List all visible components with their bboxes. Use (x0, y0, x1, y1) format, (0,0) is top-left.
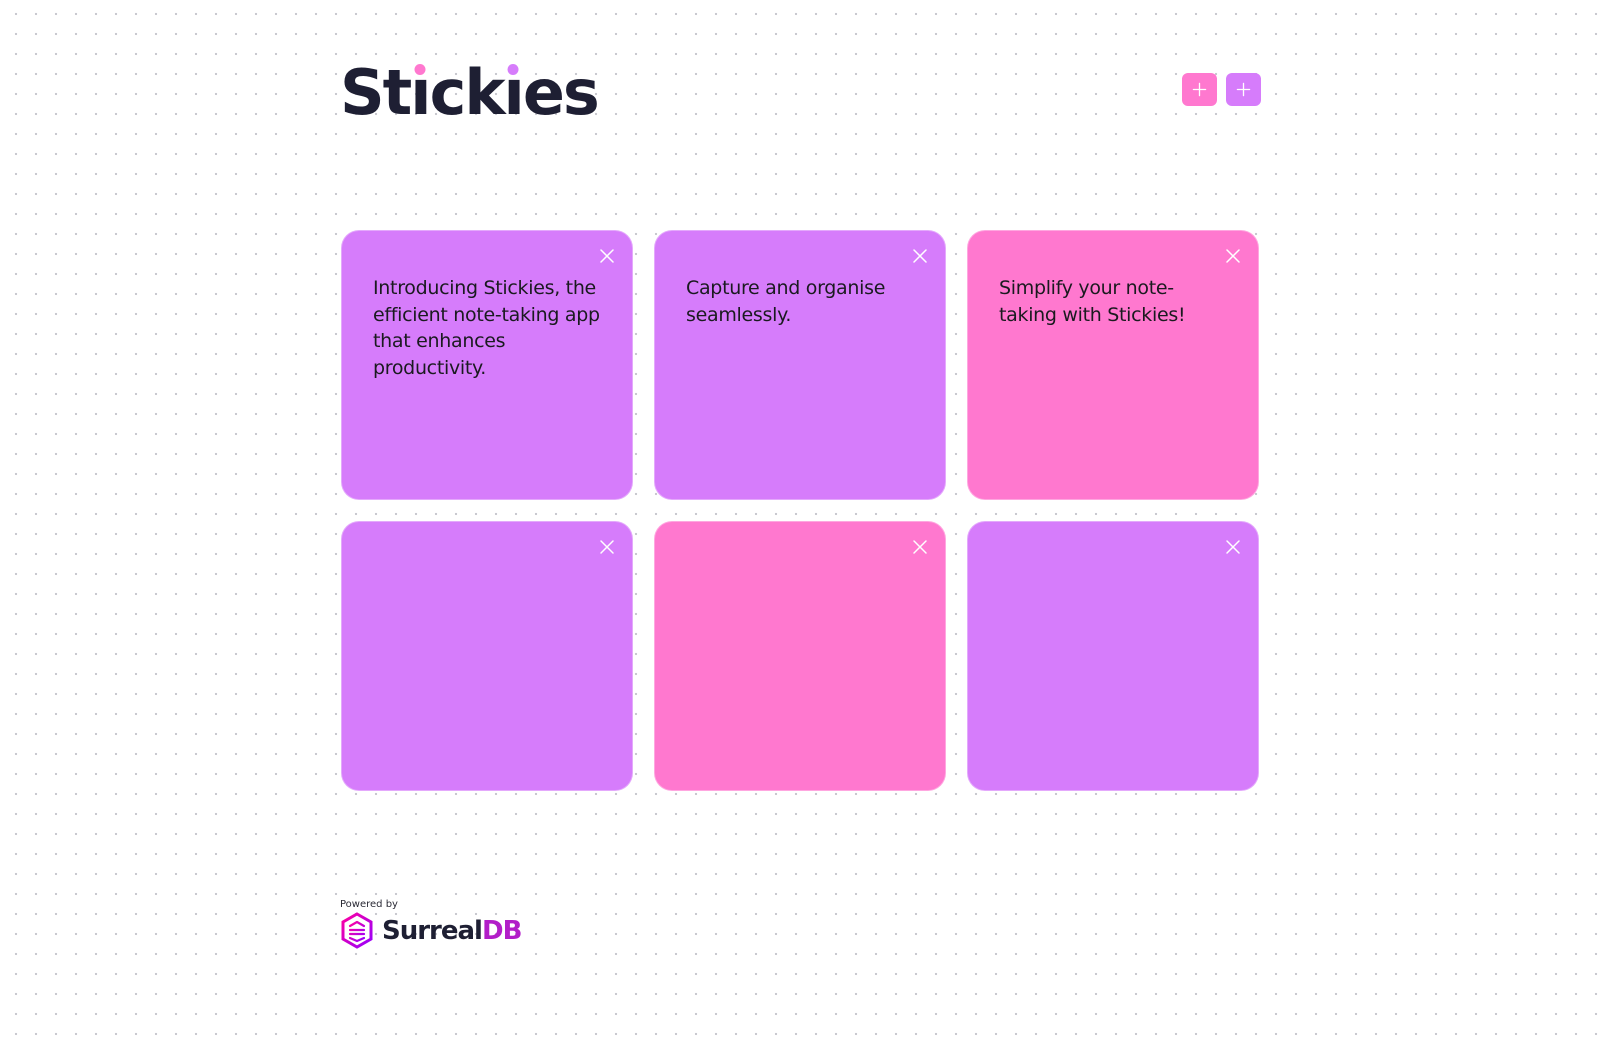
stickies-page: Sti cki es Introducing Stickies, the effic… (0, 0, 1600, 1039)
surrealdb-logo[interactable]: SurrealDB (340, 912, 522, 949)
sticky-note[interactable] (654, 521, 946, 791)
plus-icon (1192, 82, 1207, 97)
logo-dot-purple-icon (507, 64, 519, 75)
surrealdb-hexagon-icon (341, 912, 373, 949)
logo-i-pink: i (410, 62, 432, 124)
close-note-button[interactable] (596, 536, 618, 558)
close-icon (600, 249, 614, 263)
close-note-button[interactable] (909, 245, 931, 267)
sticky-note[interactable]: Capture and organise seamlessly. (654, 230, 946, 500)
close-icon (600, 540, 614, 554)
sticky-note[interactable] (967, 521, 1259, 791)
logo-dot-pink-icon (414, 64, 426, 75)
stickies-logo: Sti cki es (340, 62, 600, 124)
surrealdb-wordmark-accent: DB (481, 915, 522, 946)
sticky-note[interactable]: Introducing Stickies, the efficient note… (341, 230, 633, 500)
plus-icon (1236, 82, 1251, 97)
surrealdb-wordmark: SurrealDB (382, 915, 522, 946)
add-purple-note-button[interactable] (1226, 73, 1261, 106)
add-pink-note-button[interactable] (1182, 73, 1217, 106)
logo-text-st: St (340, 56, 412, 129)
surrealdb-wordmark-main: Surreal (382, 915, 483, 946)
sticky-note[interactable]: Simplify your note-taking with Stickies! (967, 230, 1259, 500)
powered-by-label: Powered by (340, 899, 398, 910)
logo-text-es: es (522, 56, 600, 129)
close-icon (1226, 540, 1240, 554)
note-text[interactable]: Simplify your note-taking with Stickies! (999, 275, 1228, 328)
close-note-button[interactable] (1222, 245, 1244, 267)
logo-i-purple: i (503, 62, 525, 124)
close-note-button[interactable] (909, 536, 931, 558)
logo-text-ck: ck (429, 56, 506, 129)
sticky-note[interactable] (341, 521, 633, 791)
close-icon (913, 249, 927, 263)
close-note-button[interactable] (596, 245, 618, 267)
close-note-button[interactable] (1222, 536, 1244, 558)
note-text[interactable]: Introducing Stickies, the efficient note… (373, 275, 602, 381)
close-icon (913, 540, 927, 554)
close-icon (1226, 249, 1240, 263)
note-text[interactable]: Capture and organise seamlessly. (686, 275, 915, 328)
